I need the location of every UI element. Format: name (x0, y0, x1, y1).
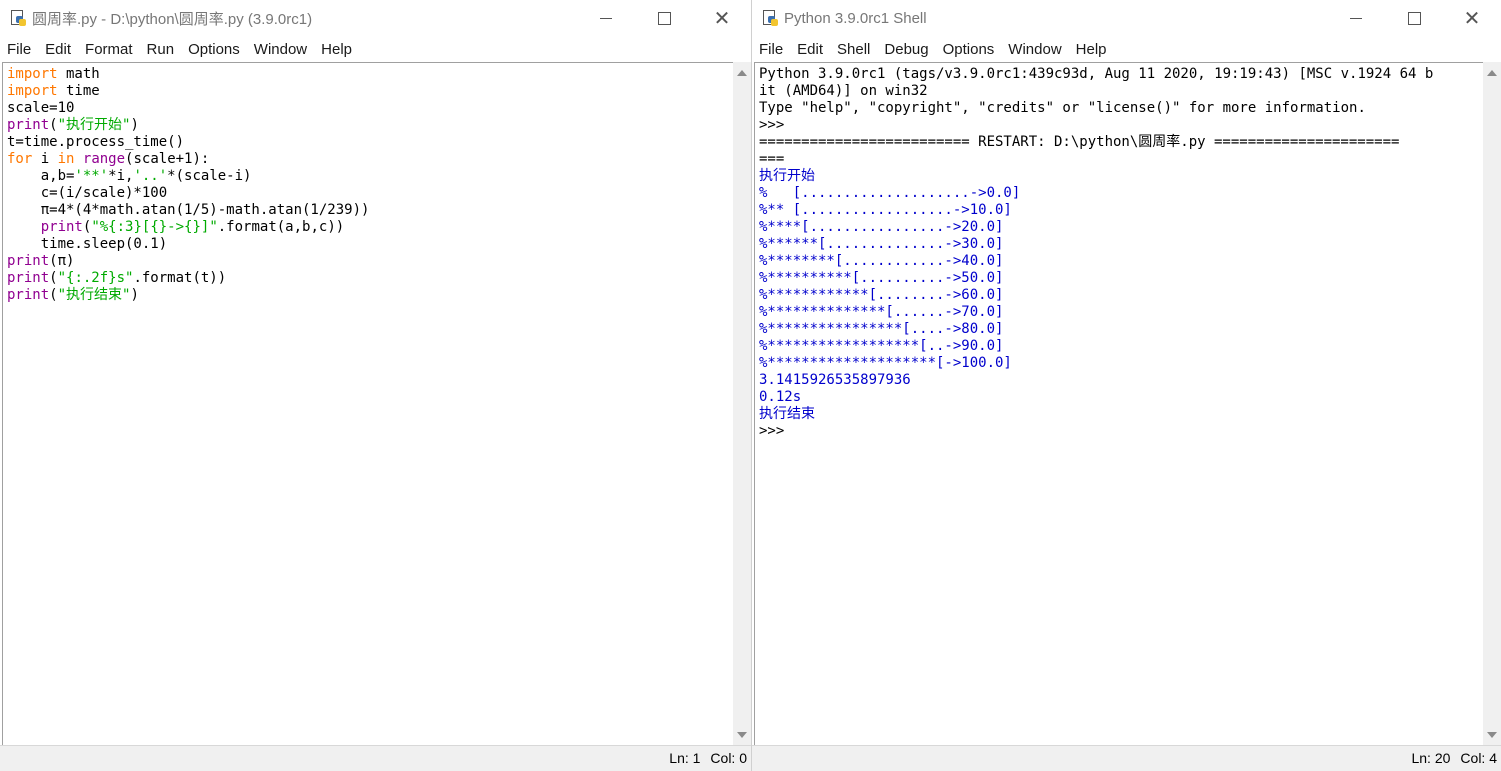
shell-output-line: %********[............->40.0] (759, 253, 1004, 269)
maximize-button[interactable] (635, 0, 693, 36)
editor-title: 圆周率.py - D:\python\圆周率.py (3.9.0rc1) (32, 10, 313, 28)
shell-window: Python 3.9.0rc1 Shell ✕ File Edit Shell … (752, 0, 1501, 771)
shell-header-line: Python 3.9.0rc1 (tags/v3.9.0rc1:439c93d,… (759, 66, 1434, 82)
code-line[interactable]: scale=10 (7, 100, 369, 117)
maximize-button[interactable] (1385, 0, 1443, 36)
menu-edit[interactable]: Edit (797, 41, 823, 58)
scroll-up-icon[interactable] (1487, 70, 1497, 76)
editor-statusbar: Ln: 1 Col: 0 (0, 745, 751, 771)
shell-header-line: it (AMD64)] on win32 (759, 83, 928, 99)
code-line[interactable]: import time (7, 83, 369, 100)
shell-output-line: 3.1415926535897936 (759, 372, 911, 388)
close-icon: ✕ (1463, 7, 1481, 30)
shell-output-line: 执行结束 (759, 406, 815, 422)
shell-output-line: %****[................->20.0] (759, 219, 1004, 235)
shell-header-line: Type "help", "copyright", "credits" or "… (759, 100, 1366, 116)
shell-scrollbar[interactable] (1483, 62, 1501, 746)
menu-options[interactable]: Options (943, 41, 995, 58)
code-line[interactable]: print("执行开始") (7, 117, 369, 134)
shell-output-line: % [....................->0.0] (759, 185, 1021, 201)
code-line[interactable]: print("%{:3}[{}->{}]".format(a,b,c)) (7, 219, 369, 236)
shell-header-line: >>> (759, 117, 793, 133)
close-icon: ✕ (713, 7, 731, 30)
shell-output-line: %**********[..........->50.0] (759, 270, 1004, 286)
shell-menubar: File Edit Shell Debug Options Window Hel… (752, 36, 1501, 62)
maximize-icon (657, 11, 671, 25)
shell-output-line: %****************[....->80.0] (759, 321, 1004, 337)
scroll-down-icon[interactable] (737, 732, 747, 738)
menu-edit[interactable]: Edit (45, 41, 71, 58)
minimize-icon (1350, 17, 1362, 19)
shell-prompt[interactable]: >>> (759, 423, 1433, 440)
menu-help[interactable]: Help (321, 41, 352, 58)
line-indicator: Ln: 20 (1411, 750, 1451, 766)
shell-text[interactable]: Python 3.9.0rc1 (tags/v3.9.0rc1:439c93d,… (759, 66, 1433, 440)
column-indicator: Col: 0 (710, 750, 747, 766)
column-indicator: Col: 4 (1460, 750, 1497, 766)
python-shell-icon (762, 9, 778, 27)
code-text[interactable]: import math import time scale=10 print("执行开… (7, 66, 369, 304)
shell-output-line: 0.12s (759, 389, 802, 405)
close-button[interactable]: ✕ (693, 0, 751, 36)
menu-shell[interactable]: Shell (837, 41, 870, 58)
menu-run[interactable]: Run (147, 41, 175, 58)
shell-output-line: %**************[......->70.0] (759, 304, 1004, 320)
minimize-button[interactable] (577, 0, 635, 36)
minimize-button[interactable] (1327, 0, 1385, 36)
code-line[interactable]: time.sleep(0.1) (7, 236, 369, 253)
menu-format[interactable]: Format (85, 41, 133, 58)
menu-options[interactable]: Options (188, 41, 240, 58)
python-file-icon (10, 9, 26, 27)
shell-titlebar[interactable]: Python 3.9.0rc1 Shell ✕ (752, 0, 1501, 36)
editor-scrollbar[interactable] (733, 62, 751, 746)
shell-output-line: %********************[->100.0] (759, 355, 1012, 371)
shell-output-line: %******************[..->90.0] (759, 338, 1004, 354)
code-line[interactable]: import math (7, 66, 369, 83)
code-line[interactable]: print(π) (7, 253, 369, 270)
shell-output-line: %******[..............->30.0] (759, 236, 1004, 252)
code-line[interactable]: print("{:.2f}s".format(t)) (7, 270, 369, 287)
shell-output-line: 执行开始 (759, 168, 815, 184)
shell-output-line: %************[........->60.0] (759, 287, 1004, 303)
code-line[interactable]: print("执行结束") (7, 287, 369, 304)
menu-file[interactable]: File (7, 41, 31, 58)
menu-help[interactable]: Help (1076, 41, 1107, 58)
shell-header-line: === (759, 151, 785, 167)
menu-window[interactable]: Window (1008, 41, 1061, 58)
shell-title: Python 3.9.0rc1 Shell (784, 9, 927, 27)
editor-window: 圆周率.py - D:\python\圆周率.py (3.9.0rc1) ✕ F… (0, 0, 752, 771)
code-line[interactable]: a,b='**'*i,'..'*(scale-i) (7, 168, 369, 185)
shell-statusbar: Ln: 20 Col: 4 (752, 745, 1501, 771)
menu-file[interactable]: File (759, 41, 783, 58)
minimize-icon (600, 17, 612, 19)
maximize-icon (1407, 11, 1421, 25)
editor-menubar: File Edit Format Run Options Window Help (0, 36, 751, 62)
code-editor[interactable]: import math import time scale=10 print("执行开… (2, 62, 733, 746)
code-line[interactable]: c=(i/scale)*100 (7, 185, 369, 202)
menu-window[interactable]: Window (254, 41, 307, 58)
shell-header-line: ========================= RESTART: D:\py… (759, 134, 1400, 150)
line-indicator: Ln: 1 (669, 750, 701, 766)
close-button[interactable]: ✕ (1443, 0, 1501, 36)
code-line[interactable]: for i in range(scale+1): (7, 151, 369, 168)
code-line[interactable]: t=time.process_time() (7, 134, 369, 151)
scroll-down-icon[interactable] (1487, 732, 1497, 738)
code-line[interactable]: π=4*(4*math.atan(1/5)-math.atan(1/239)) (7, 202, 370, 219)
editor-titlebar[interactable]: 圆周率.py - D:\python\圆周率.py (3.9.0rc1) ✕ (0, 0, 751, 36)
shell-console[interactable]: Python 3.9.0rc1 (tags/v3.9.0rc1:439c93d,… (754, 62, 1483, 746)
menu-debug[interactable]: Debug (884, 41, 928, 58)
scroll-up-icon[interactable] (737, 70, 747, 76)
shell-output-line: %** [..................->10.0] (759, 202, 1012, 218)
